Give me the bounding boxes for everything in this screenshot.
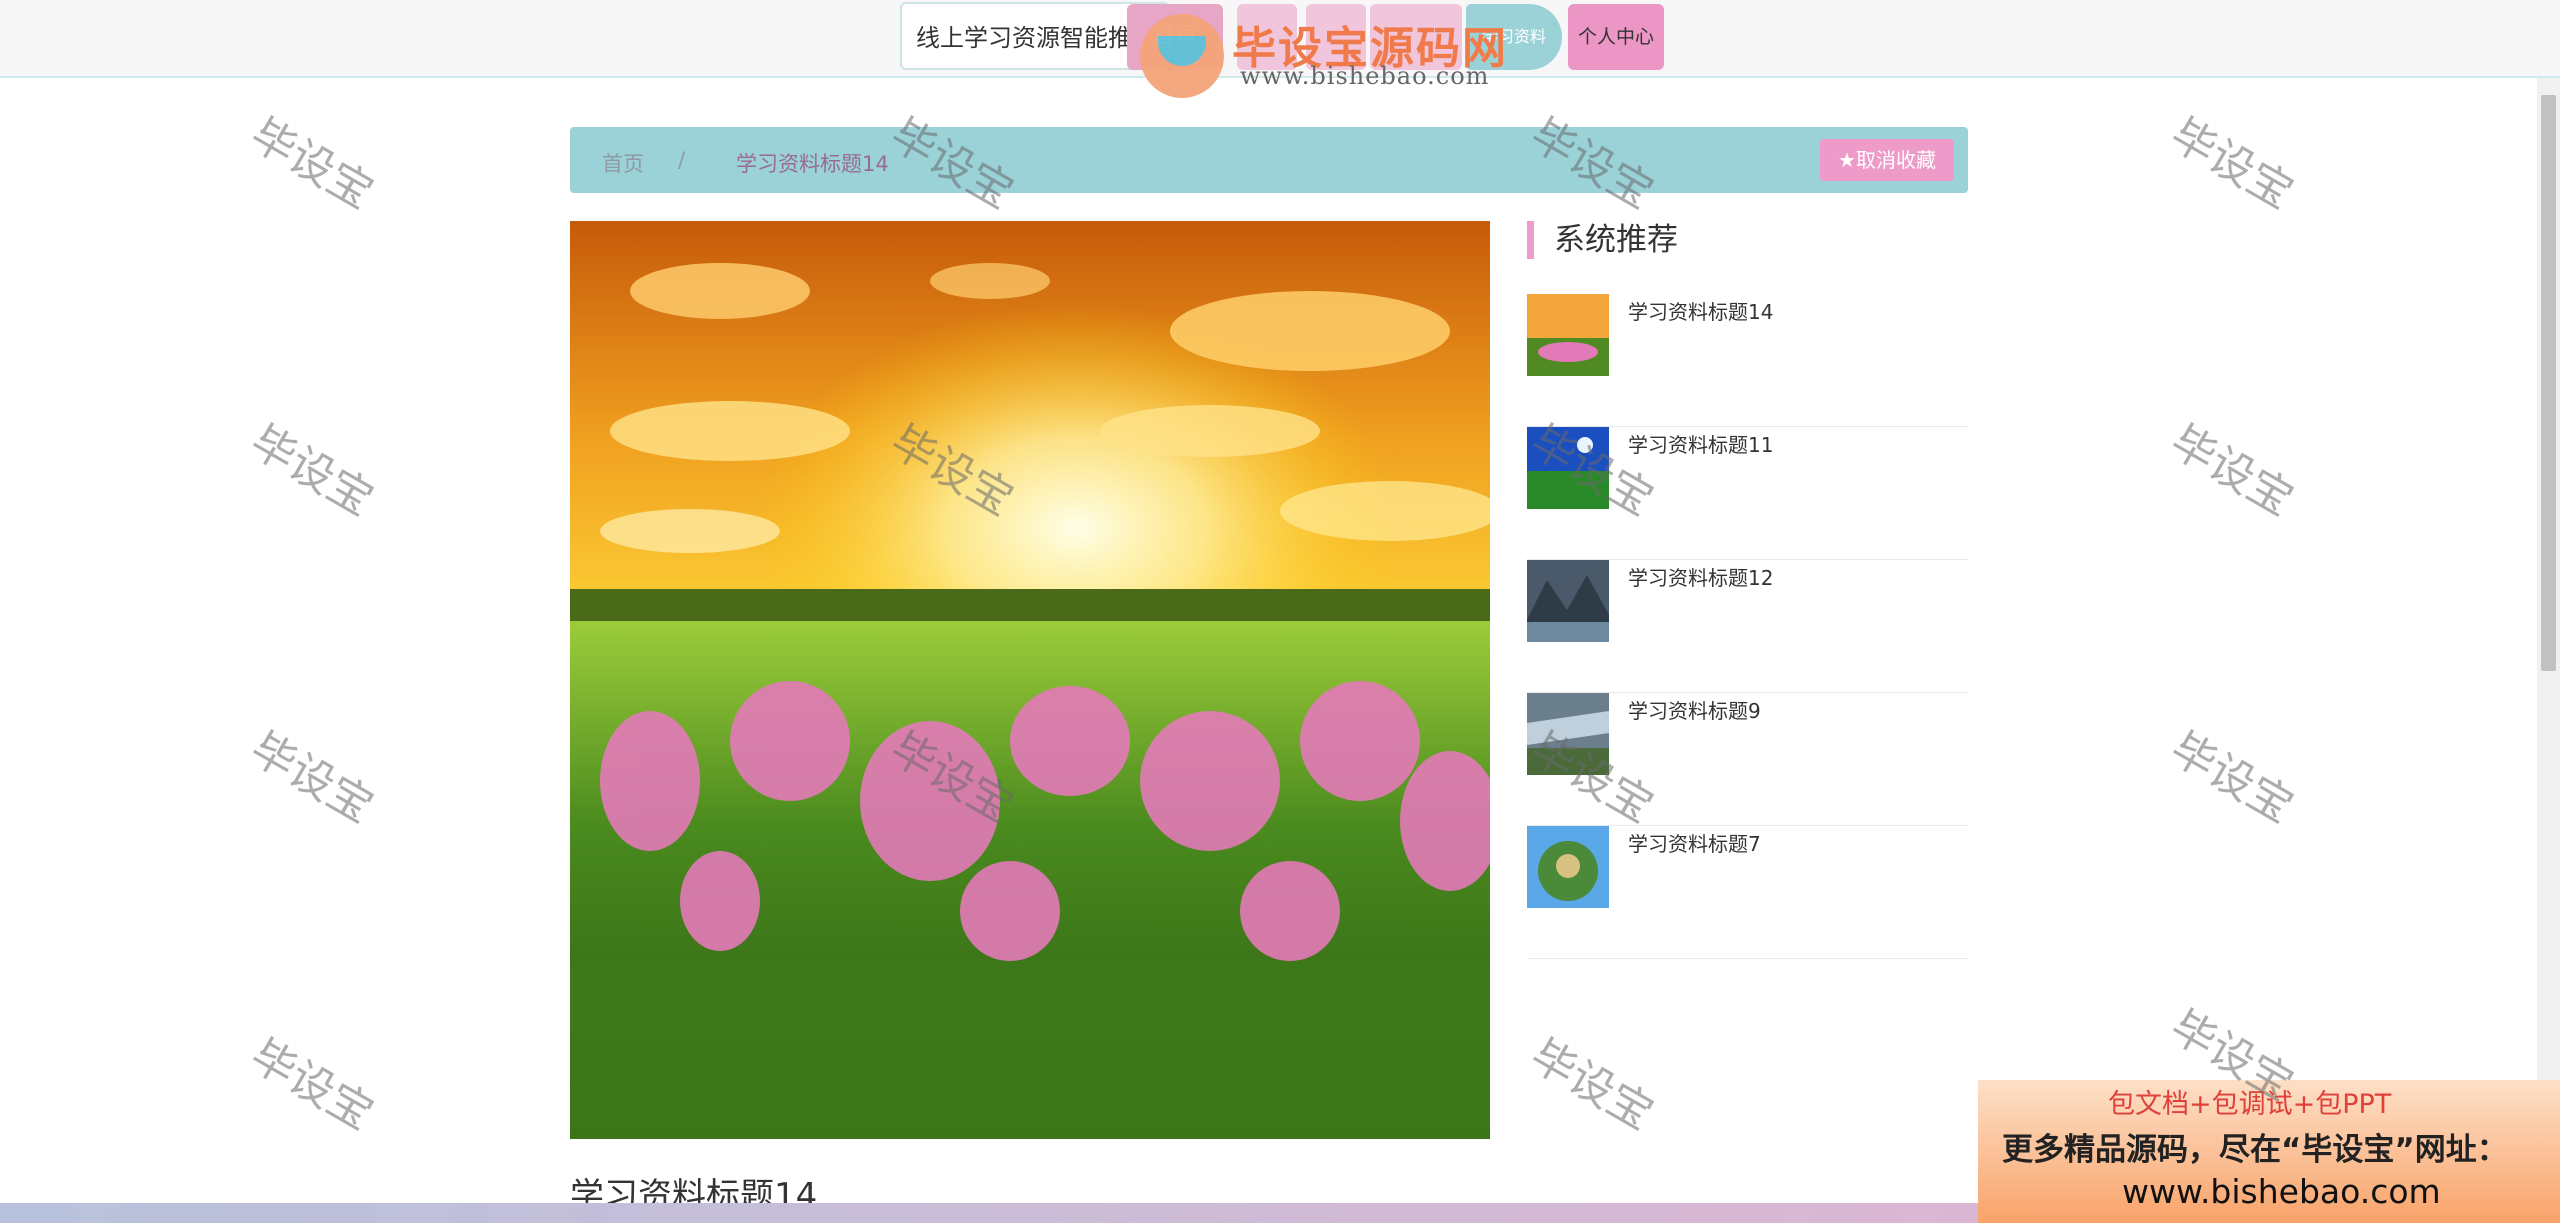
- star-icon: ★: [1838, 148, 1856, 172]
- ad-banner[interactable]: 包文档+包调试+包PPT 更多精品源码，尽在“毕设宝”网址： www.bishe…: [1978, 1080, 2560, 1223]
- watermark-text: 毕设宝: [1521, 1029, 1662, 1140]
- recommend-title[interactable]: 学习资料标题12: [1628, 562, 1773, 591]
- detail-image: [570, 221, 1490, 1139]
- ad-line-3: www.bishebao.com: [2122, 1172, 2441, 1211]
- watermark-text: 毕设宝: [241, 722, 382, 833]
- watermark-text: 毕设宝: [241, 415, 382, 526]
- scrollbar-thumb[interactable]: [2541, 95, 2556, 671]
- breadcrumb-home-link[interactable]: 首页: [602, 148, 644, 178]
- recommend-thumbnail[interactable]: [1527, 294, 1609, 376]
- watermark-text: 毕设宝: [241, 108, 382, 219]
- recommend-item[interactable]: 学习资料标题7: [1527, 826, 1968, 959]
- watermark-text: 毕设宝: [2161, 108, 2302, 219]
- watermark-text: 毕设宝: [241, 1029, 382, 1140]
- recommend-title[interactable]: 学习资料标题9: [1628, 695, 1761, 724]
- recommend-thumbnail[interactable]: [1527, 826, 1609, 908]
- recommend-item[interactable]: 学习资料标题14: [1527, 294, 1968, 427]
- ad-line-2: 更多精品源码，尽在“毕设宝”网址：: [2002, 1132, 2508, 1168]
- ad-line-1: 包文档+包调试+包PPT: [2108, 1089, 2392, 1120]
- recommend-heading: 系统推荐: [1527, 221, 1678, 259]
- watermark-text: 毕设宝: [2161, 722, 2302, 833]
- recommend-title[interactable]: 学习资料标题14: [1628, 296, 1773, 325]
- breadcrumb: 首页 / 学习资料标题14 ★取消收藏: [570, 127, 1968, 193]
- watermark-text: 毕设宝: [2161, 415, 2302, 526]
- unfavorite-label: 取消收藏: [1855, 148, 1936, 172]
- recommend-item[interactable]: 学习资料标题9: [1527, 693, 1968, 826]
- breadcrumb-separator: /: [678, 148, 686, 172]
- watermark-logo-url: www.bishebao.com: [1240, 62, 1490, 90]
- recommend-item[interactable]: 学习资料标题11: [1527, 427, 1968, 560]
- recommend-item[interactable]: 学习资料标题12: [1527, 560, 1968, 693]
- recommend-thumbnail[interactable]: [1527, 427, 1609, 509]
- nav-personal-center[interactable]: 个人中心: [1568, 4, 1664, 70]
- breadcrumb-current: 学习资料标题14: [736, 152, 889, 176]
- recommend-title[interactable]: 学习资料标题7: [1628, 828, 1761, 857]
- watermark-logo-icon: [1140, 14, 1224, 98]
- unfavorite-button[interactable]: ★取消收藏: [1820, 139, 1954, 181]
- recommend-title[interactable]: 学习资料标题11: [1628, 429, 1773, 458]
- recommend-thumbnail[interactable]: [1527, 693, 1609, 775]
- recommend-thumbnail[interactable]: [1527, 560, 1609, 642]
